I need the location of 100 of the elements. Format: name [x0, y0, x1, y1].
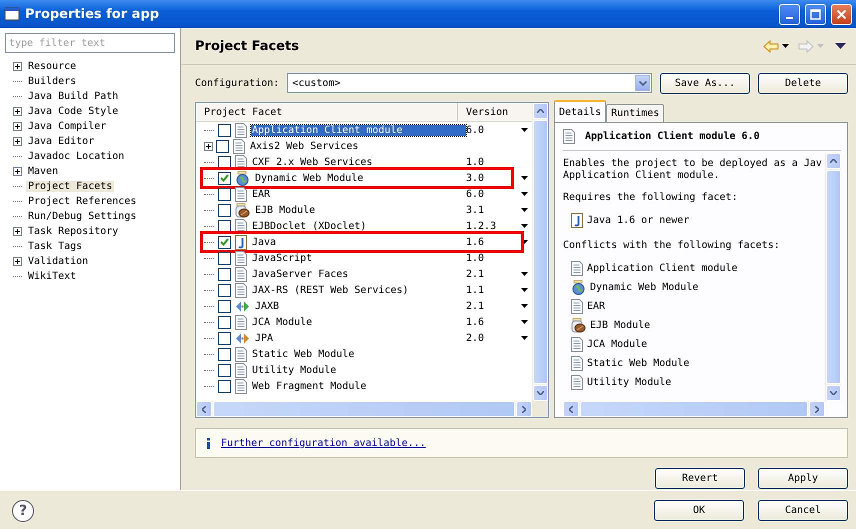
expand-icon[interactable]	[13, 227, 22, 236]
facet-name[interactable]: Static Web Module	[251, 348, 466, 360]
sidebar-item[interactable]: Javadoc Location	[26, 151, 126, 162]
facet-name[interactable]: JAX-RS (REST Web Services)	[251, 284, 466, 296]
caret-icon[interactable]	[520, 272, 528, 276]
checkbox[interactable]	[216, 140, 229, 152]
sidebar-item[interactable]: Resource	[26, 61, 78, 72]
view-menu-icon[interactable]	[835, 43, 846, 49]
checkbox[interactable]	[218, 268, 231, 280]
facet-name[interactable]: Dynamic Web Module	[254, 172, 466, 184]
action-button[interactable]: Delete	[758, 72, 848, 94]
facet-name[interactable]: JavaServer Faces	[251, 268, 466, 280]
tab[interactable]: Runtimes	[606, 104, 664, 122]
sidebar-item[interactable]: Maven	[26, 166, 60, 177]
sidebar-item[interactable]: Project Facets	[26, 181, 114, 192]
expand-icon[interactable]	[204, 142, 213, 150]
sidebar-item[interactable]: Java Compiler	[26, 121, 108, 132]
checkbox[interactable]	[218, 332, 231, 344]
scroll-right-icon[interactable]	[815, 406, 819, 412]
facet-name[interactable]: JCA Module	[251, 316, 466, 328]
facet-name[interactable]: Java	[251, 236, 466, 248]
expand-icon[interactable]	[13, 122, 22, 131]
expand-icon[interactable]	[13, 257, 22, 266]
facet-name[interactable]: EAR	[251, 188, 466, 200]
expand-icon[interactable]	[13, 62, 22, 71]
dialog-button[interactable]: OK	[654, 500, 744, 521]
caret-icon[interactable]	[520, 304, 528, 308]
column-header[interactable]: Version	[458, 103, 532, 121]
facet-name[interactable]: JAXB	[254, 300, 466, 312]
close-button[interactable]	[831, 4, 852, 24]
scroll-down-icon[interactable]	[830, 391, 837, 395]
checkbox[interactable]	[218, 156, 231, 168]
page-button[interactable]: Apply	[758, 468, 848, 489]
caret-icon[interactable]	[782, 44, 789, 48]
sidebar-item[interactable]: Java Code Style	[26, 106, 120, 117]
maximize-button[interactable]	[805, 4, 826, 24]
caret-icon[interactable]	[520, 192, 528, 196]
sidebar-item[interactable]: Java Build Path	[26, 91, 120, 102]
vertical-scrollbar[interactable]	[532, 103, 548, 401]
scroll-right-icon[interactable]	[522, 406, 526, 412]
sidebar-item[interactable]: Task Tags	[26, 241, 84, 252]
checkbox[interactable]	[218, 204, 231, 216]
scroll-up-icon[interactable]	[537, 109, 544, 113]
checkbox[interactable]	[218, 252, 231, 264]
scroll-down-icon[interactable]	[537, 391, 544, 395]
caret-icon[interactable]	[520, 128, 528, 132]
column-header[interactable]: Project Facet	[196, 103, 458, 121]
checkbox[interactable]	[218, 284, 231, 296]
caret-icon[interactable]	[520, 224, 528, 228]
configuration-link[interactable]: Further configuration available...	[221, 438, 426, 448]
facet-name[interactable]: Axis2 Web Services	[249, 140, 466, 152]
facet-name[interactable]: Web Fragment Module	[251, 380, 466, 392]
required-facet: Java 1.6 or newer	[587, 215, 690, 226]
checkbox[interactable]	[218, 172, 231, 184]
checkbox[interactable]	[218, 300, 231, 312]
checkbox[interactable]	[218, 220, 231, 232]
caret-icon[interactable]	[520, 336, 528, 340]
expand-icon[interactable]	[13, 107, 22, 116]
caret-icon[interactable]	[520, 176, 528, 180]
caret-icon[interactable]	[520, 320, 528, 324]
checkbox[interactable]	[218, 348, 231, 360]
expand-icon[interactable]	[13, 167, 22, 176]
sidebar-item[interactable]: WikiText	[26, 271, 78, 282]
horizontal-scrollbar[interactable]	[563, 401, 825, 417]
facet-name[interactable]: EJB Module	[254, 204, 466, 216]
checkbox[interactable]	[218, 380, 231, 392]
facet-name[interactable]: Utility Module	[251, 364, 466, 376]
tab[interactable]: Details	[554, 100, 606, 122]
help-button[interactable]: ?	[12, 500, 34, 522]
sidebar-item[interactable]: Builders	[26, 76, 78, 87]
vertical-scrollbar[interactable]	[825, 153, 841, 401]
scroll-up-icon[interactable]	[830, 159, 837, 163]
sidebar-item[interactable]: Validation	[26, 256, 90, 267]
facet-name[interactable]: JPA	[254, 332, 466, 344]
sidebar-item[interactable]: Java Editor	[26, 136, 96, 147]
facet-name[interactable]: CXF 2.x Web Services	[251, 156, 466, 168]
checkbox[interactable]	[218, 316, 231, 328]
dialog-button[interactable]: Cancel	[758, 500, 848, 521]
scroll-left-icon[interactable]	[569, 406, 573, 412]
expand-icon[interactable]	[13, 137, 22, 146]
checkbox[interactable]	[218, 188, 231, 200]
minimize-button[interactable]	[779, 4, 800, 24]
facet-name[interactable]: JavaScript	[251, 252, 466, 264]
caret-icon[interactable]	[520, 208, 528, 212]
caret-icon[interactable]	[520, 288, 528, 292]
conflicting-facet: JCA Module	[587, 339, 648, 350]
facet-name[interactable]: EJBDoclet (XDoclet)	[251, 220, 466, 232]
sidebar-item[interactable]: Project References	[26, 196, 138, 207]
checkbox[interactable]	[218, 364, 231, 376]
sidebar-item[interactable]: Run/Debug Settings	[26, 211, 138, 222]
configuration-dropdown[interactable]: <custom>	[287, 73, 652, 93]
horizontal-scrollbar[interactable]	[196, 401, 532, 417]
scroll-left-icon[interactable]	[202, 406, 206, 412]
action-button[interactable]: Save As...	[660, 72, 750, 94]
checkbox[interactable]	[218, 124, 231, 136]
facet-name[interactable]: Application Client module	[251, 124, 466, 136]
page-button[interactable]: Revert	[655, 468, 745, 489]
sidebar-item[interactable]: Task Repository	[26, 226, 120, 237]
filter-field[interactable]: type filter text	[5, 33, 175, 53]
checkbox[interactable]	[218, 236, 231, 248]
